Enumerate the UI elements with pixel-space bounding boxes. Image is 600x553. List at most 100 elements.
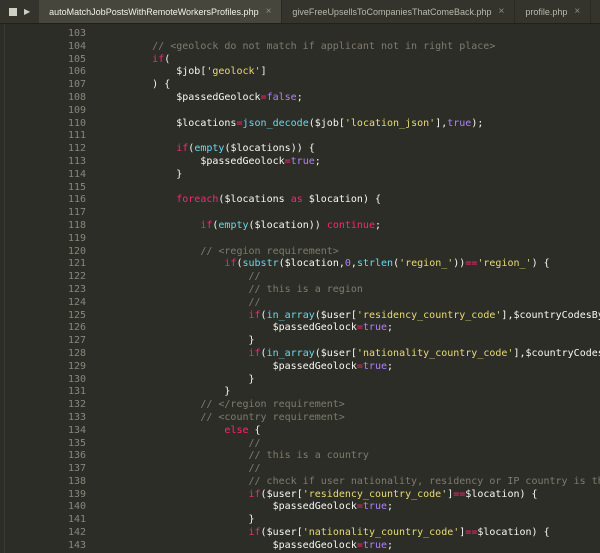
play-icon[interactable]: ▶ [24, 7, 30, 16]
line-number: 114 [67, 168, 86, 180]
line-number: 126 [67, 322, 86, 334]
line-number: 138 [67, 475, 86, 487]
code-line: $passedGeolock=true; [272, 539, 394, 551]
code-line: // check if user nationality, residency … [104, 475, 600, 487]
code-line: // [104, 463, 261, 475]
square-icon[interactable] [9, 7, 17, 16]
line-number: 116 [67, 194, 86, 206]
code-line: else { [224, 424, 261, 436]
code-line: // [104, 296, 261, 308]
code-line: if(in_array($user['residency_country_cod… [248, 309, 600, 321]
line-number: 124 [67, 296, 86, 308]
line-number: 139 [67, 488, 86, 500]
line-number: 115 [67, 181, 86, 193]
code-line: // <geolock do not match if applicant no… [104, 40, 496, 52]
line-number: 137 [67, 463, 86, 475]
code-line: if(empty($locations)) { [176, 143, 315, 155]
line-number: 143 [67, 539, 86, 551]
gutter: 103 104 105 106 107 108 109 110 111 112 113 114 115 1… [0, 28, 96, 553]
line-number: 103 [67, 28, 86, 39]
line-number: 142 [67, 527, 86, 539]
code-line: if(in_array($user['nationality_country_c… [248, 347, 600, 359]
code-line: // </region requirement> [104, 399, 345, 411]
code-line: // [104, 437, 261, 449]
line-number: 117 [67, 207, 86, 219]
line-number: 112 [67, 143, 86, 155]
code-line: $locations=json_decode($job['location_js… [176, 117, 484, 129]
left-edge-divider [4, 24, 5, 553]
line-number: 140 [67, 501, 86, 513]
close-icon[interactable]: × [499, 6, 505, 17]
code-line: $passedGeolock=false; [176, 91, 303, 103]
code-line: } [176, 168, 183, 180]
line-number: 132 [67, 399, 86, 411]
code-line: } [248, 373, 255, 385]
close-icon[interactable]: × [266, 6, 272, 17]
line-number: 141 [67, 514, 86, 526]
code-line: if($user['nationality_country_code']==$l… [248, 527, 550, 539]
line-number: 110 [67, 117, 86, 129]
tab-bar: ▶ autoMatchJobPostsWithRemoteWorkersProf… [0, 0, 600, 24]
line-number: 118 [67, 219, 86, 231]
line-number: 123 [67, 283, 86, 295]
line-number: 122 [67, 271, 86, 283]
editor-surface[interactable]: 103 104 105 106 107 108 109 110 111 112 113 114 115 1… [0, 24, 600, 553]
line-number: 104 [67, 40, 86, 52]
line-number: 131 [67, 386, 86, 398]
line-number: 120 [67, 245, 86, 257]
line-number: 107 [67, 79, 86, 91]
code-line: if($user['residency_country_code']==$loc… [248, 488, 538, 500]
tab-profile[interactable]: profile.php × [515, 0, 592, 23]
line-number: 127 [67, 335, 86, 347]
code-line: // <region requirement> [104, 245, 339, 257]
line-number: 136 [67, 450, 86, 462]
tab-label: autoMatchJobPostsWithRemoteWorkersProfil… [49, 6, 259, 17]
code-line: if( [152, 53, 171, 65]
line-number: 108 [67, 91, 86, 103]
line-number: 129 [67, 360, 86, 372]
code-line: if(substr($location,0,strlen('region_'))… [224, 258, 550, 270]
line-number: 121 [67, 258, 86, 270]
tab-tags-frontpage[interactable]: tags.frontpage.cac [591, 0, 600, 23]
code-line: foreach($locations as $location) { [176, 194, 382, 206]
line-number: 125 [67, 309, 86, 321]
tab-givefreeupsells[interactable]: giveFreeUpsellsToCompaniesThatComeBack.p… [282, 0, 516, 23]
tab-label: profile.php [525, 6, 568, 17]
code-area[interactable]: // <geolock do not match if applicant no… [96, 28, 600, 553]
line-number: 135 [67, 437, 86, 449]
code-line: } [248, 514, 255, 526]
line-number: 119 [67, 232, 86, 244]
code-line: } [224, 386, 231, 398]
code-line: // <country requirement> [104, 411, 345, 423]
line-number: 105 [67, 53, 86, 65]
code-line: // this is a country [104, 450, 369, 462]
line-number: 130 [67, 373, 86, 385]
code-line: // [104, 271, 261, 283]
line-number: 109 [67, 104, 86, 116]
line-number: 111 [67, 130, 86, 142]
tab-label: giveFreeUpsellsToCompaniesThatComeBack.p… [292, 6, 492, 17]
code-line: ) { [152, 79, 171, 91]
code-line: $passedGeolock=true; [272, 322, 394, 334]
code-line: $passedGeolock=true; [272, 360, 394, 372]
line-number: 133 [67, 411, 86, 423]
line-number: 113 [67, 155, 86, 167]
code-line: if(empty($location)) continue; [200, 219, 382, 231]
code-line: $passedGeolock=true; [200, 155, 321, 167]
close-icon[interactable]: × [574, 6, 580, 17]
line-number: 106 [67, 66, 86, 78]
code-line: // this is a region [104, 283, 363, 295]
tab-automatchjobposts[interactable]: autoMatchJobPostsWithRemoteWorkersProfil… [39, 0, 283, 23]
line-number: 128 [67, 347, 86, 359]
line-number: 134 [67, 424, 86, 436]
code-line: $job['geolock'] [176, 66, 267, 78]
code-line: } [248, 335, 255, 347]
tabbar-icons: ▶ [0, 0, 39, 23]
code-line: $passedGeolock=true; [272, 501, 394, 513]
